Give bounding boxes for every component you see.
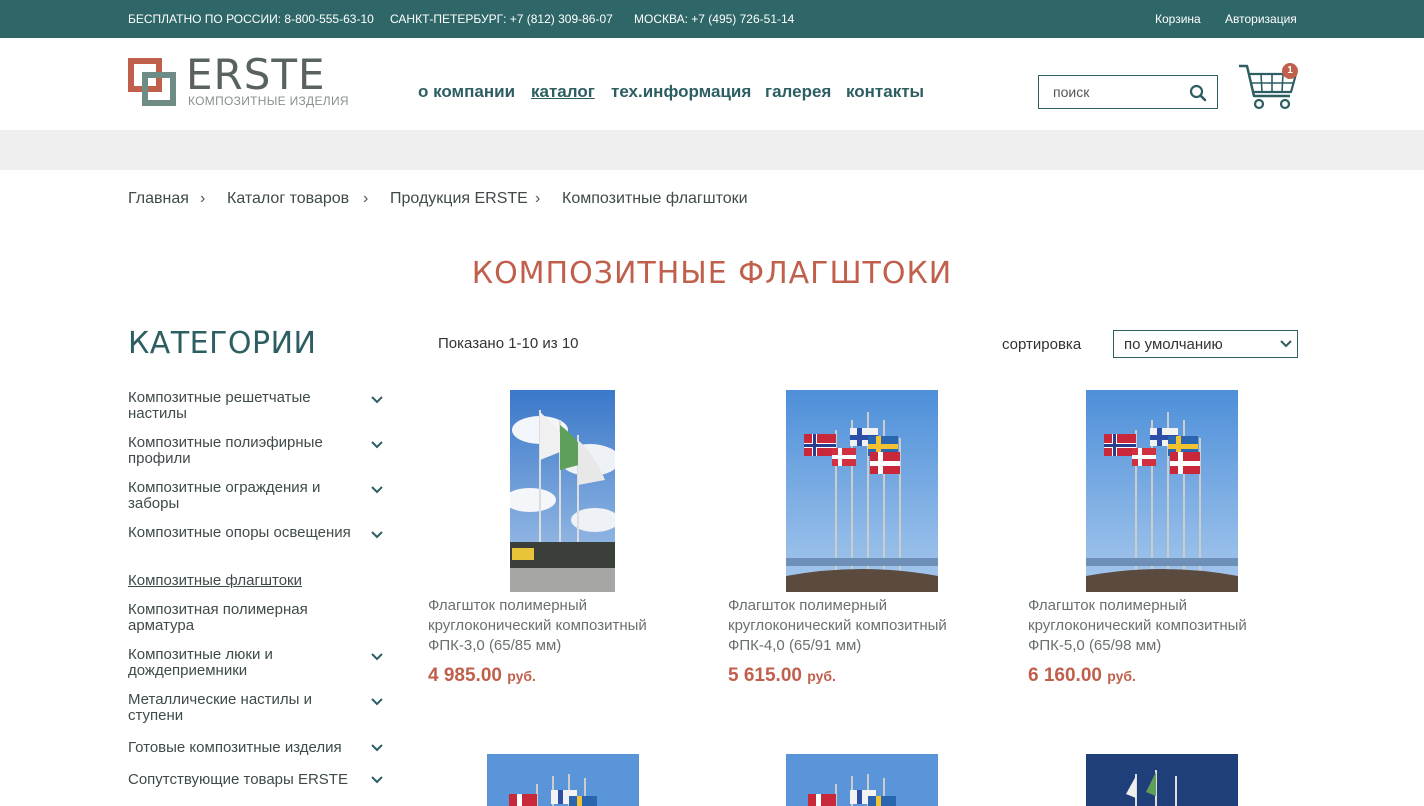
cart-count-badge: 1 bbox=[1282, 63, 1298, 79]
auth-link[interactable]: Авторизация bbox=[1225, 12, 1297, 26]
product-image[interactable] bbox=[487, 754, 639, 806]
results-count: Показано 1-10 из 10 bbox=[438, 335, 579, 352]
sidebar-item-label: Композитные полиэфирные профили bbox=[128, 434, 323, 467]
breadcrumb-products[interactable]: Продукция ERSTE bbox=[390, 190, 528, 208]
sidebar-item-label: Композитные ограждения и заборы bbox=[128, 479, 321, 512]
chevron-down-icon[interactable] bbox=[370, 697, 384, 707]
search-icon[interactable] bbox=[1189, 84, 1207, 102]
product-card[interactable]: Флагшток полимерный круглоконический ком… bbox=[1028, 390, 1298, 690]
grey-band bbox=[0, 130, 1424, 170]
chevron-down-icon[interactable] bbox=[370, 530, 384, 540]
chevron-down-icon[interactable] bbox=[370, 775, 384, 785]
product-image[interactable] bbox=[786, 754, 938, 806]
breadcrumb-separator: › bbox=[200, 190, 206, 207]
sidebar-item-gratings[interactable]: Композитные решетчатые настилы bbox=[128, 390, 388, 422]
product-image[interactable] bbox=[786, 390, 938, 592]
page-title: КОМПОЗИТНЫЕ ФЛАГШТОКИ bbox=[471, 256, 953, 291]
sidebar-item-label: Готовые композитные изделия bbox=[128, 739, 342, 756]
product-name[interactable]: Флагшток полимерный круглоконический ком… bbox=[428, 596, 698, 656]
search-box bbox=[1038, 75, 1218, 109]
sidebar-item-label: Композитные люки и дождеприемники bbox=[128, 646, 273, 679]
nav-about[interactable]: о компании bbox=[418, 82, 515, 102]
breadcrumb-home[interactable]: Главная bbox=[128, 190, 189, 208]
product-price: 4 985.00 руб. bbox=[428, 665, 536, 687]
breadcrumb-separator: › bbox=[363, 190, 369, 207]
sidebar-item-flagpoles[interactable]: Композитные флагштоки bbox=[128, 573, 388, 589]
nav-techinfo[interactable]: тех.информация bbox=[611, 82, 751, 102]
product-currency: руб. bbox=[1107, 668, 1136, 684]
cart-link[interactable]: Корзина bbox=[1155, 12, 1201, 26]
cart-button[interactable]: 1 bbox=[1238, 62, 1302, 114]
breadcrumb-separator: › bbox=[535, 190, 541, 207]
chevron-down-icon bbox=[1280, 340, 1292, 348]
product-image[interactable] bbox=[510, 390, 615, 592]
sidebar-item-hatches[interactable]: Композитные люки и дождеприемники bbox=[128, 647, 388, 679]
top-bar: БЕСПЛАТНО ПО РОССИИ: 8-800-555-63-10 САН… bbox=[0, 0, 1424, 38]
nav-contacts[interactable]: контакты bbox=[846, 82, 924, 102]
product-name[interactable]: Флагшток полимерный круглоконический ком… bbox=[1028, 596, 1298, 656]
product-price: 5 615.00 руб. bbox=[728, 665, 836, 687]
logo[interactable]: ERSTE КОМПОЗИТНЫЕ ИЗДЕЛИЯ bbox=[128, 50, 349, 112]
phone-moscow: МОСКВА: +7 (495) 726-51-14 bbox=[634, 12, 795, 26]
product-price: 6 160.00 руб. bbox=[1028, 665, 1136, 687]
sidebar-item-profiles[interactable]: Композитные полиэфирные профили bbox=[128, 435, 388, 467]
product-price-value: 5 615.00 bbox=[728, 665, 802, 686]
sidebar-item-ready-products[interactable]: Готовые композитные изделия bbox=[128, 740, 388, 756]
sidebar-item-label: Металлические настилы и ступени bbox=[128, 691, 312, 724]
logo-square-grey bbox=[142, 72, 176, 106]
sidebar-item-lighting-poles[interactable]: Композитные опоры освещения bbox=[128, 525, 388, 541]
product-currency: руб. bbox=[807, 668, 836, 684]
sidebar-item-metal-gratings[interactable]: Металлические настилы и ступени bbox=[128, 692, 388, 724]
product-price-value: 4 985.00 bbox=[428, 665, 502, 686]
chevron-down-icon[interactable] bbox=[370, 485, 384, 495]
breadcrumb-current: Композитные флагштоки bbox=[562, 190, 748, 207]
categories-title: КАТЕГОРИИ bbox=[128, 326, 317, 361]
product-card[interactable]: Флагшток полимерный круглоконический ком… bbox=[428, 390, 698, 690]
chevron-down-icon[interactable] bbox=[370, 395, 384, 405]
sidebar-item-label: Композитные решетчатые настилы bbox=[128, 389, 311, 422]
product-card[interactable]: Флагшток полимерный круглоконический ком… bbox=[728, 390, 998, 690]
chevron-down-icon[interactable] bbox=[370, 743, 384, 753]
sidebar-item-related-goods[interactable]: Сопутствующие товары ERSTE bbox=[128, 772, 388, 788]
sidebar-item-label: Композитные опоры освещения bbox=[128, 524, 351, 541]
sidebar-item-fences[interactable]: Композитные ограждения и заборы bbox=[128, 480, 388, 512]
phone-russia: БЕСПЛАТНО ПО РОССИИ: 8-800-555-63-10 bbox=[128, 12, 374, 26]
logo-subtitle: КОМПОЗИТНЫЕ ИЗДЕЛИЯ bbox=[188, 94, 349, 108]
product-name[interactable]: Флагшток полимерный круглоконический ком… bbox=[728, 596, 998, 656]
chevron-down-icon[interactable] bbox=[370, 440, 384, 450]
breadcrumb-catalog[interactable]: Каталог товаров bbox=[227, 190, 349, 208]
chevron-down-icon[interactable] bbox=[370, 652, 384, 662]
product-image[interactable] bbox=[1086, 390, 1238, 592]
phone-spb: САНКТ-ПЕТЕРБУРГ: +7 (812) 309-86-07 bbox=[390, 12, 613, 26]
sort-label: сортировка bbox=[1002, 336, 1082, 353]
product-price-value: 6 160.00 bbox=[1028, 665, 1102, 686]
nav-catalog[interactable]: каталог bbox=[531, 82, 595, 102]
header: ERSTE КОМПОЗИТНЫЕ ИЗДЕЛИЯ о компании кат… bbox=[0, 38, 1424, 130]
sidebar-item-label: Сопутствующие товары ERSTE bbox=[128, 771, 348, 788]
sidebar-item-rebar[interactable]: Композитная полимерная арматура bbox=[128, 602, 388, 634]
search-input[interactable] bbox=[1053, 84, 1183, 100]
sidebar-item-label: Композитные флагштоки bbox=[128, 572, 302, 589]
sidebar-item-label: Композитная полимерная арматура bbox=[128, 601, 308, 634]
product-image[interactable] bbox=[1086, 754, 1238, 806]
sort-select-value: по умолчанию bbox=[1124, 336, 1223, 353]
logo-wordmark: ERSTE bbox=[186, 50, 326, 99]
product-currency: руб. bbox=[507, 668, 536, 684]
sort-select[interactable]: по умолчанию bbox=[1113, 330, 1298, 358]
nav-gallery[interactable]: галерея bbox=[765, 82, 831, 102]
